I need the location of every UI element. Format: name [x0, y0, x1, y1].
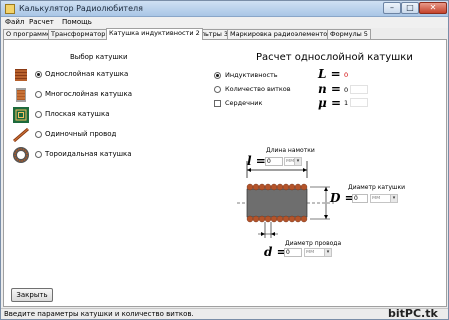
wire-unit-value: мм: [306, 249, 315, 255]
coil-option-flat[interactable]: Плоская катушка: [12, 106, 182, 124]
turns-value: 0: [344, 86, 349, 94]
inductance-symbol: L =: [318, 67, 341, 81]
turns-symbol: n =: [318, 82, 341, 96]
status-bar: Введите параметры катушки и количество в…: [1, 308, 448, 319]
diameter-unit-value: мм: [372, 195, 381, 201]
coil-option-label: Однослойная катушка: [45, 70, 129, 78]
status-text: Введите параметры катушки и количество в…: [4, 310, 194, 318]
single-layer-coil-icon: [15, 69, 27, 81]
coil-diagram: [237, 161, 334, 238]
coil-option-single-wire[interactable]: Одиночный провод: [12, 126, 182, 144]
tab-transformer[interactable]: Трансформатор 1: [48, 29, 115, 39]
coil-select-title: Выбор катушки: [70, 53, 128, 61]
inductance-label: Индуктивность: [225, 71, 278, 79]
coil-radio[interactable]: [35, 91, 42, 98]
inductance-radio[interactable]: [214, 72, 221, 79]
coil-option-label: Одиночный провод: [45, 130, 117, 138]
window-title: Калькулятор Радиолюбителя: [19, 4, 143, 13]
turns-input[interactable]: [350, 85, 368, 94]
wire-diameter-unit-select[interactable]: мм ▾: [304, 248, 332, 257]
mu-symbol: μ =: [318, 96, 342, 110]
menu-help[interactable]: Помощь: [62, 18, 92, 26]
flat-coil-icon: [13, 107, 29, 123]
turns-label: Количество витков: [225, 85, 291, 93]
toroidal-coil-icon: [13, 147, 29, 163]
tab-strip: О программе Трансформатор 1 Катушка инду…: [1, 28, 448, 40]
coil-select-group: Выбор катушки Однослойная катушка Многос…: [8, 49, 184, 165]
minimize-button[interactable]: –: [383, 2, 401, 14]
coil-option-toroidal[interactable]: Тороидальная катушка: [12, 146, 182, 164]
wire-diameter-input[interactable]: 0: [284, 248, 302, 257]
close-window-button[interactable]: ✕: [419, 2, 447, 14]
coil-radio[interactable]: [35, 111, 42, 118]
coil-option-label: Тороидальная катушка: [45, 150, 132, 158]
diameter-input[interactable]: 0: [352, 194, 368, 203]
turns-radio[interactable]: [214, 86, 221, 93]
single-wire-icon: [13, 127, 29, 143]
inductance-value: 0: [344, 71, 349, 79]
close-button[interactable]: Закрыть: [11, 288, 53, 302]
chevron-down-icon: ▾: [390, 195, 397, 202]
multilayer-coil-icon: [16, 88, 26, 102]
coil-radio[interactable]: [35, 131, 42, 138]
coil-option-label: Многослойная катушка: [45, 90, 132, 98]
mu-input[interactable]: [350, 98, 368, 107]
calc-title: Расчет однослойной катушки: [256, 52, 413, 63]
coil-option-multilayer[interactable]: Многослойная катушка: [12, 86, 182, 104]
diameter-symbol: D =: [330, 191, 355, 205]
tab-inductor[interactable]: Катушка индуктивности 2: [106, 28, 203, 40]
coil-option-single-layer[interactable]: Однослойная катушка: [12, 66, 182, 84]
diameter-unit-select[interactable]: мм ▾: [370, 194, 398, 203]
tab-marking[interactable]: Маркировка радиоэлементов 4: [227, 29, 341, 39]
app-window: Калькулятор Радиолюбителя – □ ✕ Файл Рас…: [0, 0, 449, 320]
chevron-down-icon: ▾: [324, 249, 331, 256]
maximize-button[interactable]: □: [401, 2, 419, 14]
core-label: Сердечник: [225, 99, 263, 107]
mu-value: 1: [344, 99, 349, 107]
coil-radio[interactable]: [35, 71, 42, 78]
diameter-label: Диаметр катушки: [348, 184, 406, 191]
core-checkbox[interactable]: [214, 100, 221, 107]
coil-radio[interactable]: [35, 151, 42, 158]
wire-diameter-label: Диаметр провода: [285, 240, 342, 247]
menu-calc[interactable]: Расчет: [29, 18, 54, 26]
app-icon: [5, 4, 15, 14]
title-bar: Калькулятор Радиолюбителя – □ ✕: [1, 1, 448, 17]
watermark: bitPC.tk: [388, 307, 438, 320]
menu-bar: Файл Расчет Помощь: [1, 17, 448, 28]
tab-formulas[interactable]: Формулы 5: [327, 29, 371, 39]
coil-option-label: Плоская катушка: [45, 110, 110, 118]
tab-content: Выбор катушки Однослойная катушка Многос…: [3, 39, 447, 307]
tab-about[interactable]: О программе: [3, 29, 54, 39]
menu-file[interactable]: Файл: [5, 18, 24, 26]
